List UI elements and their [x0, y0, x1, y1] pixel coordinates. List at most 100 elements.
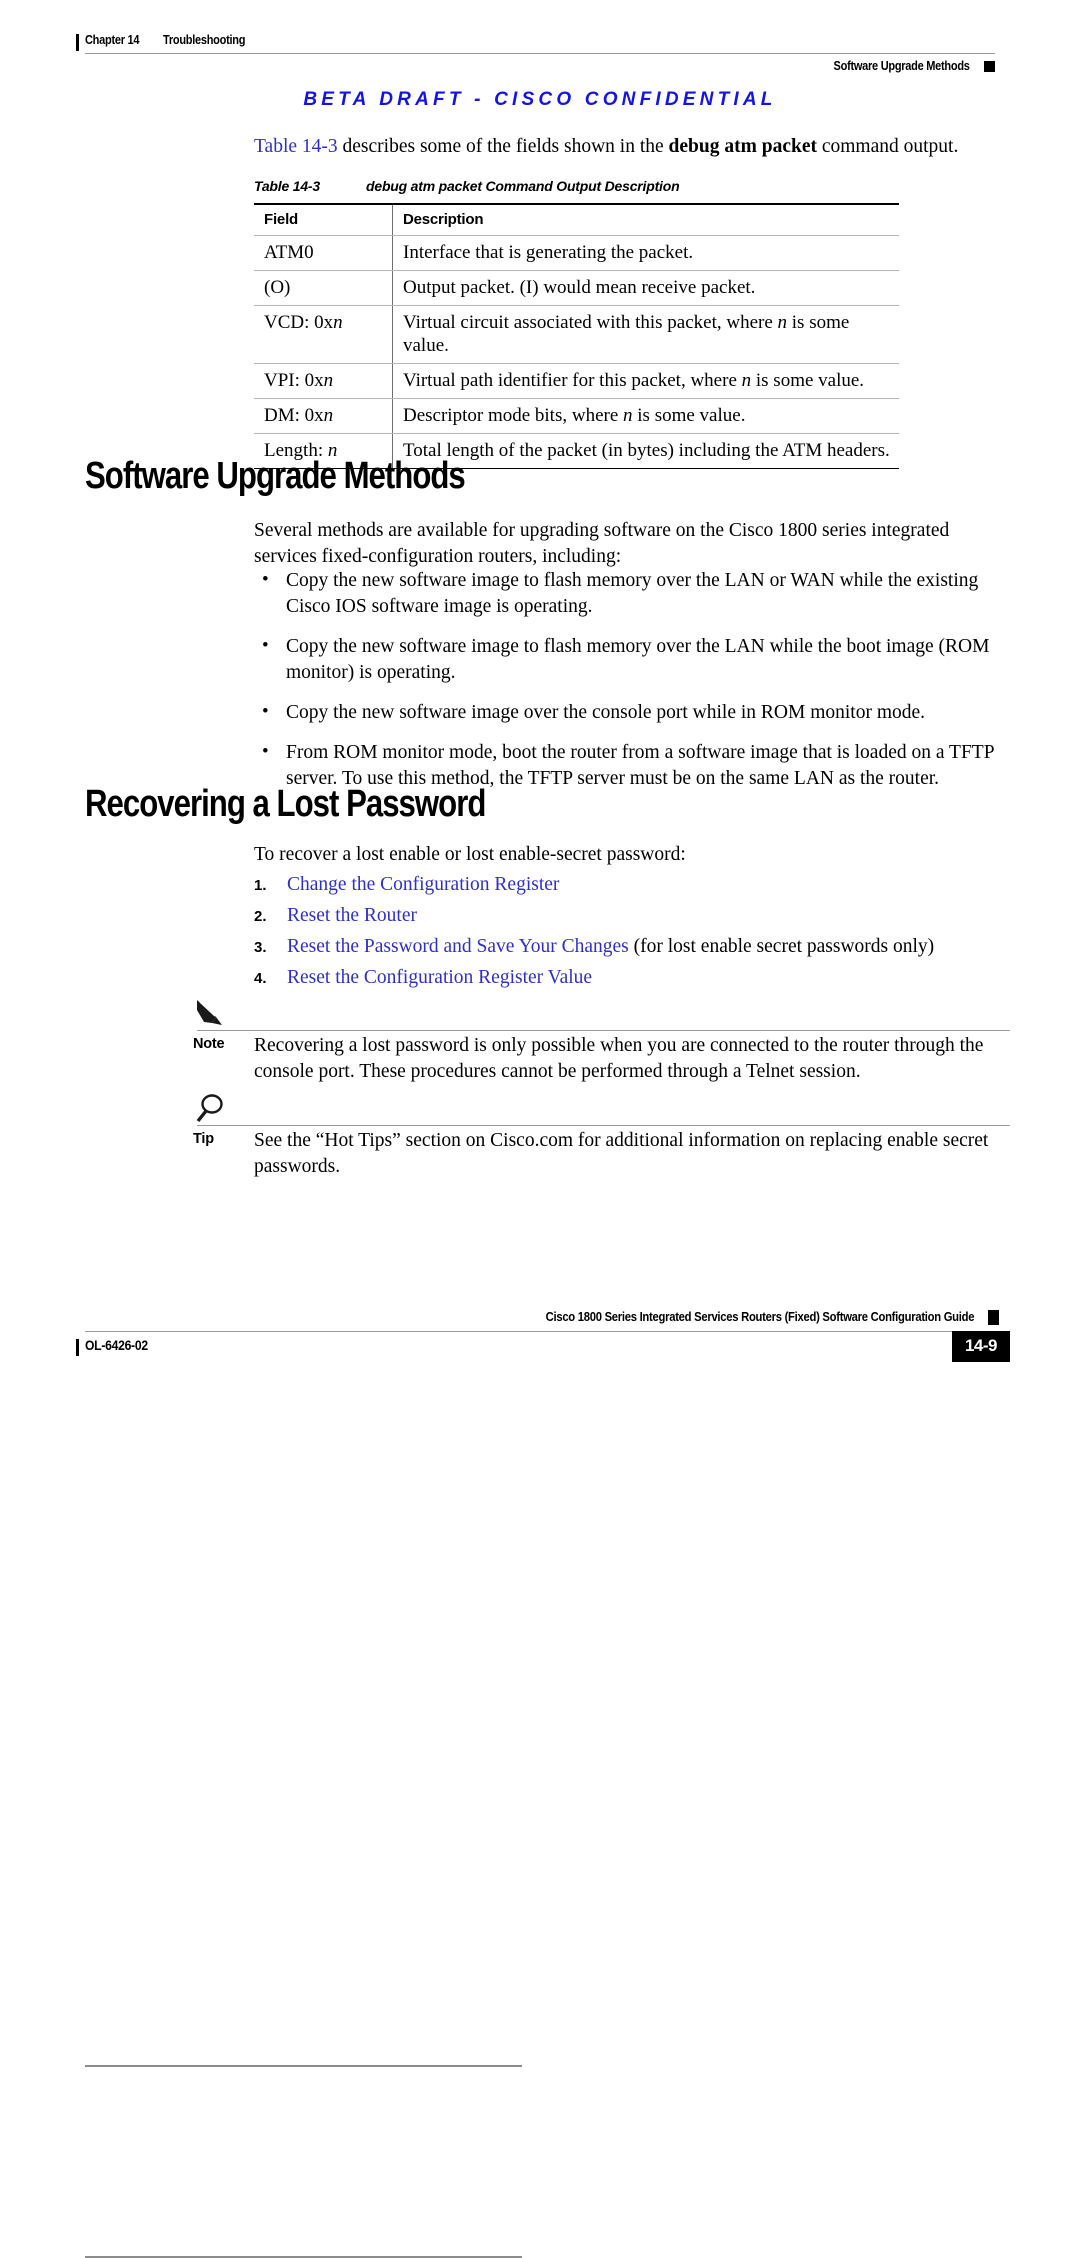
- table-intro-text: Table 14-3 describes some of the fields …: [254, 134, 1014, 160]
- password-intro-text: To recover a lost enable or lost enable-…: [254, 844, 686, 865]
- document-page: Chapter 14 Troubleshooting Software Upgr…: [0, 0, 1080, 2258]
- table-cell-field: ATM0: [254, 235, 393, 271]
- list-item-text: Copy the new software image over the con…: [286, 702, 926, 723]
- tip-bottom-rule: [85, 2256, 522, 2258]
- list-item: • Copy the new software image to flash me…: [254, 568, 1014, 620]
- table-cell-description: Interface that is generating the packet.: [392, 235, 899, 271]
- list-item: • Copy the new software image to flash me…: [254, 634, 1014, 686]
- footer-rule: [85, 1331, 985, 1333]
- table-column-header-description: Description: [392, 203, 899, 236]
- password-recovery-step-list: 1. Change the Configuration Register 2. Re…: [254, 872, 1014, 996]
- heading-recovering-a-lost-password: Recovering a Lost Password: [85, 783, 486, 825]
- list-item: 2. Reset the Router: [254, 903, 1014, 929]
- step-link[interactable]: Change the Configuration Register: [287, 874, 559, 895]
- table-row: ATM0 Interface that is generating the pa…: [254, 235, 899, 271]
- table-cell-field: VPI: 0xn: [254, 363, 393, 399]
- field-italic: n: [323, 405, 334, 426]
- bullet-icon: •: [262, 569, 269, 590]
- table-column-header-field: Field: [254, 203, 393, 236]
- table-crossref-link[interactable]: Table 14-3: [254, 136, 338, 157]
- table-cell-field: (O): [254, 270, 393, 306]
- footer-guide-title: Cisco 1800 Series Integrated Services Ro…: [545, 1310, 974, 1324]
- step-number: 1.: [254, 877, 267, 894]
- table-intro-paragraph: Table 14-3 describes some of the fields …: [254, 134, 1014, 160]
- header-chapter-title: Troubleshooting: [162, 33, 245, 47]
- step-link[interactable]: Reset the Configuration Register Value: [287, 967, 592, 988]
- list-item: 1. Change the Configuration Register: [254, 872, 1014, 898]
- table-cell-description: Total length of the packet (in bytes) in…: [392, 433, 899, 469]
- field-italic: n: [333, 312, 343, 333]
- field-text: VCD: 0x: [264, 312, 334, 333]
- header-rule: [85, 53, 995, 54]
- running-footer: Cisco 1800 Series Integrated Services Ro…: [76, 1310, 1010, 1370]
- step-suffix: (for lost enable secret passwords only): [628, 936, 935, 957]
- list-item: • Copy the new software image over the co…: [254, 700, 1014, 726]
- list-item-text: Copy the new software image to flash mem…: [286, 570, 979, 617]
- table-block: Table 14-3 debug atm packet Command Outp…: [254, 178, 899, 469]
- table-caption-number: Table 14-3: [254, 178, 320, 194]
- desc-pre: Virtual circuit associated with this pac…: [403, 312, 778, 333]
- table-cell-description: Output packet. (I) would mean receive pa…: [392, 270, 899, 306]
- header-square-marker-icon: [984, 60, 995, 72]
- pencil-icon: [193, 997, 237, 1031]
- desc-italic: n: [777, 312, 788, 333]
- tip-text: See the “Hot Tips” section on Cisco.com …: [254, 1130, 989, 1177]
- intro-mid-text: describes some of the fields shown in th…: [337, 136, 669, 157]
- field-text: DM: 0x: [264, 405, 324, 426]
- list-item-text: From ROM monitor mode, boot the router f…: [286, 742, 994, 789]
- field-italic: n: [323, 370, 334, 391]
- beta-draft-banner: BETA DRAFT - CISCO CONFIDENTIAL: [303, 89, 777, 110]
- footer-square-marker-icon: [988, 1310, 999, 1325]
- note-label: Note: [193, 1036, 225, 1052]
- desc-pre: Virtual path identifier for this packet,…: [403, 370, 742, 391]
- field-text: ATM0: [264, 242, 314, 263]
- header-section-group: Software Upgrade Methods: [815, 59, 995, 73]
- table-cell-description: Descriptor mode bits, where n is some va…: [392, 398, 899, 434]
- note-text: Recovering a lost password is only possi…: [254, 1035, 984, 1082]
- software-section-intro: Several methods are available for upgrad…: [254, 518, 1014, 570]
- field-text: (O): [264, 277, 291, 298]
- tip-label: Tip: [193, 1131, 214, 1147]
- table-caption: Table 14-3 debug atm packet Command Outp…: [254, 178, 899, 194]
- step-link[interactable]: Reset the Password and Save Your Changes: [287, 936, 629, 957]
- desc-pre: Descriptor mode bits, where: [403, 405, 624, 426]
- list-item: 4. Reset the Configuration Register Value: [254, 965, 1014, 991]
- table-cell-field: VCD: 0xn: [254, 305, 393, 364]
- software-intro-text: Several methods are available for upgrad…: [254, 520, 950, 567]
- table-cell-description: Virtual circuit associated with this pac…: [392, 305, 899, 364]
- note-top-rule: [197, 1030, 1010, 1032]
- step-number: 2.: [254, 908, 267, 925]
- step-number: 3.: [254, 939, 267, 956]
- magnifier-icon: [193, 1092, 237, 1126]
- intro-tail-text: command output.: [816, 136, 959, 157]
- heading-software-upgrade-methods: Software Upgrade Methods: [85, 455, 466, 497]
- footer-page-number: 14-9: [951, 1331, 1010, 1362]
- bullet-icon: •: [262, 701, 269, 722]
- desc-italic: n: [741, 370, 752, 391]
- list-item-text: Copy the new software image to flash mem…: [286, 636, 990, 683]
- step-link[interactable]: Reset the Router: [287, 905, 417, 926]
- bullet-icon: •: [262, 741, 269, 762]
- desc-post: is some value.: [632, 405, 746, 426]
- header-left-tick: [76, 34, 79, 51]
- table-cell-field: DM: 0xn: [254, 398, 393, 434]
- table-header-row: Field Description: [254, 203, 899, 236]
- header-section-title: Software Upgrade Methods: [833, 59, 970, 73]
- table-row: VPI: 0xn Virtual path identifier for thi…: [254, 363, 899, 399]
- field-text: VPI: 0x: [264, 370, 324, 391]
- debug-atm-packet-table: Field Description ATM0 Interface that is…: [254, 203, 899, 469]
- running-header: Chapter 14 Troubleshooting Software Upgr…: [76, 33, 995, 83]
- header-chapter-number: Chapter 14: [85, 33, 140, 47]
- footer-left-tick: [76, 1339, 79, 1356]
- table-row: DM: 0xn Descriptor mode bits, where n is…: [254, 398, 899, 434]
- table-caption-title: debug atm packet Command Output Descript…: [366, 178, 680, 194]
- desc-post: is some value.: [751, 370, 865, 391]
- note-bottom-rule: [85, 2065, 522, 2067]
- table-row: (O) Output packet. (I) would mean receiv…: [254, 270, 899, 306]
- step-number: 4.: [254, 970, 267, 987]
- footer-document-id: OL-6426-02: [85, 1338, 148, 1353]
- table-row: VCD: 0xn Virtual circuit associated with…: [254, 305, 899, 364]
- bullet-icon: •: [262, 635, 269, 656]
- list-item: 3. Reset the Password and Save Your Chang…: [254, 934, 1014, 960]
- desc-italic: n: [623, 405, 633, 426]
